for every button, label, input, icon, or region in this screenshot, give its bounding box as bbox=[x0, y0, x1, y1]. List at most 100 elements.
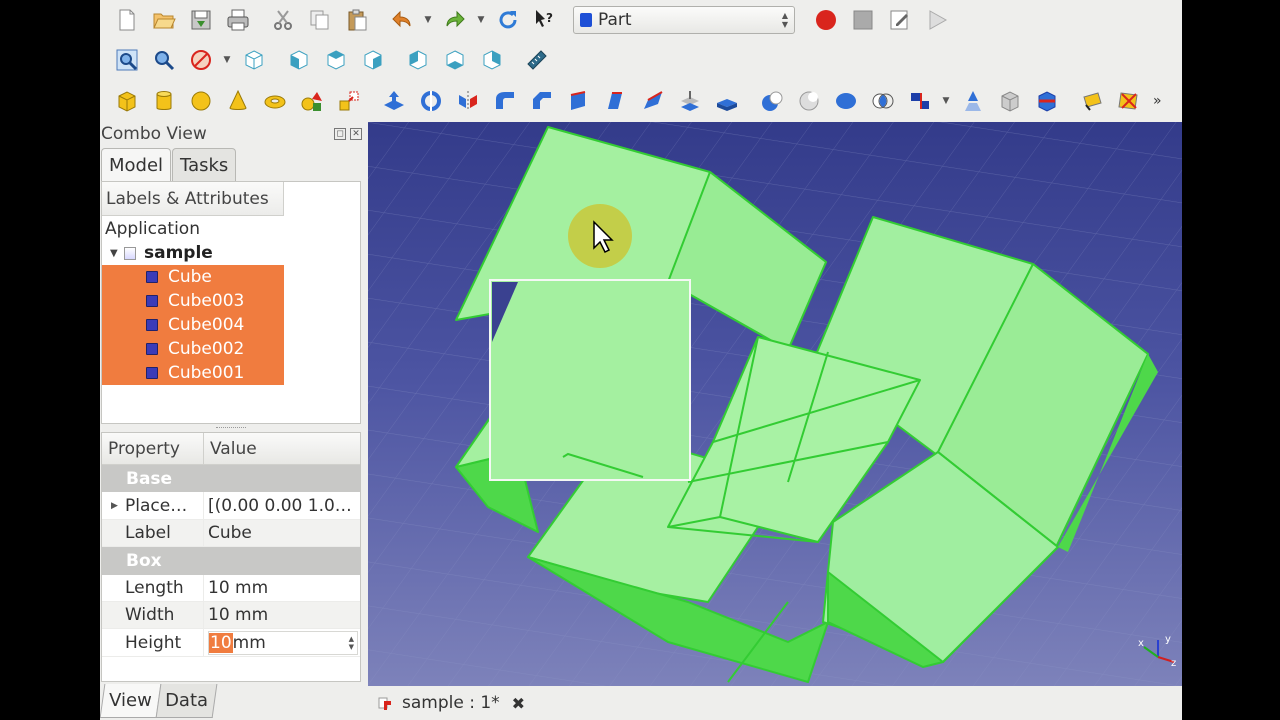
undo-button[interactable] bbox=[385, 3, 419, 37]
cut-shape-icon[interactable] bbox=[792, 84, 826, 118]
shape-builder-icon[interactable] bbox=[332, 84, 366, 118]
3d-viewport[interactable]: y z x bbox=[368, 122, 1182, 686]
save-button[interactable] bbox=[184, 3, 218, 37]
property-label: Label bbox=[102, 519, 204, 547]
macro-run-button[interactable] bbox=[920, 3, 954, 37]
expand-right-icon[interactable]: ▶ bbox=[111, 501, 118, 511]
right-view-icon[interactable] bbox=[356, 43, 390, 77]
spinbox-arrows-icon[interactable]: ▲ ▼ bbox=[349, 635, 354, 651]
sphere-icon[interactable] bbox=[184, 84, 218, 118]
section-icon[interactable] bbox=[710, 84, 744, 118]
redo-dropdown-icon[interactable]: ▼ bbox=[475, 15, 487, 25]
file-toolbar: ▼ ▼ ? Part ▲ ▼ bbox=[110, 0, 957, 40]
cylinder-icon[interactable] bbox=[147, 84, 181, 118]
whats-this-button[interactable]: ? bbox=[528, 3, 562, 37]
create-primitives-icon[interactable] bbox=[295, 84, 329, 118]
column-property[interactable]: Property bbox=[102, 433, 204, 464]
draw-style-dropdown-icon[interactable]: ▼ bbox=[221, 55, 233, 65]
property-length[interactable]: Length 10 mm bbox=[102, 574, 360, 602]
property-tabs: View Data bbox=[100, 684, 218, 718]
fit-all-icon[interactable] bbox=[110, 43, 144, 77]
toolbar-overflow-icon[interactable]: » bbox=[1153, 93, 1162, 109]
tree-header[interactable]: Labels & Attributes bbox=[102, 182, 284, 216]
tree-item-cube001[interactable]: Cube001 bbox=[102, 361, 284, 385]
make-face-icon[interactable] bbox=[562, 84, 596, 118]
print-button[interactable] bbox=[221, 3, 255, 37]
macro-stop-button[interactable] bbox=[846, 3, 880, 37]
join-features-icon[interactable] bbox=[903, 84, 937, 118]
close-tab-icon[interactable]: ✖ bbox=[512, 694, 525, 713]
cone-icon[interactable] bbox=[221, 84, 255, 118]
top-view-icon[interactable] bbox=[319, 43, 353, 77]
sweep-icon[interactable] bbox=[673, 84, 707, 118]
extrude-icon[interactable] bbox=[377, 84, 411, 118]
panel-splitter[interactable] bbox=[101, 424, 361, 432]
paste-icon[interactable] bbox=[340, 3, 374, 37]
draw-style-icon[interactable] bbox=[184, 43, 218, 77]
part-cube-icon bbox=[146, 295, 158, 307]
tab-data[interactable]: Data bbox=[155, 684, 218, 718]
new-file-button[interactable] bbox=[110, 3, 144, 37]
measure-linear-icon[interactable] bbox=[1075, 84, 1109, 118]
left-view-icon[interactable] bbox=[475, 43, 509, 77]
close-panel-icon[interactable]: ✕ bbox=[350, 128, 362, 140]
refresh-button[interactable] bbox=[491, 3, 525, 37]
tree-item-cube[interactable]: Cube bbox=[102, 265, 284, 289]
workbench-selector[interactable]: Part ▲ ▼ bbox=[573, 6, 795, 34]
column-value[interactable]: Value bbox=[204, 433, 257, 464]
macro-edit-button[interactable] bbox=[883, 3, 917, 37]
float-panel-icon[interactable]: ◻ bbox=[334, 128, 346, 140]
mirror-icon[interactable] bbox=[451, 84, 485, 118]
property-label: Length bbox=[102, 574, 204, 601]
isometric-view-icon[interactable] bbox=[237, 43, 271, 77]
copy-icon[interactable] bbox=[303, 3, 337, 37]
fillet-icon[interactable] bbox=[488, 84, 522, 118]
axis-z-label: y bbox=[1165, 634, 1171, 645]
document-tab[interactable]: sample : 1* ✖ bbox=[372, 688, 531, 718]
property-height[interactable]: Height 10 mm ▲ ▼ bbox=[102, 629, 360, 657]
tree-item-cube002[interactable]: Cube002 bbox=[102, 337, 284, 361]
front-view-icon[interactable] bbox=[282, 43, 316, 77]
loft-icon[interactable] bbox=[636, 84, 670, 118]
cube-icon[interactable] bbox=[110, 84, 144, 118]
measure-icon[interactable] bbox=[520, 43, 554, 77]
part-cube-icon bbox=[146, 271, 158, 283]
fit-selection-icon[interactable] bbox=[147, 43, 181, 77]
check-geometry-icon[interactable] bbox=[993, 84, 1027, 118]
redo-button[interactable] bbox=[438, 3, 472, 37]
expand-down-icon[interactable]: ▼ bbox=[110, 248, 124, 259]
chamfer-icon[interactable] bbox=[525, 84, 559, 118]
defeaturing-icon[interactable] bbox=[1030, 84, 1064, 118]
ruled-surface-icon[interactable] bbox=[599, 84, 633, 118]
open-file-button[interactable] bbox=[147, 3, 181, 37]
property-label-row[interactable]: Label Cube bbox=[102, 519, 360, 548]
property-editor: Property Value Base ▶ Place… [(0.00 0.00 … bbox=[101, 432, 361, 682]
rear-view-icon[interactable] bbox=[401, 43, 435, 77]
tree-document[interactable]: ▼ sample bbox=[102, 241, 360, 265]
combo-tabs: Model Tasks bbox=[101, 148, 237, 181]
tab-tasks[interactable]: Tasks bbox=[172, 148, 237, 181]
undo-dropdown-icon[interactable]: ▼ bbox=[422, 15, 434, 25]
fuse-icon[interactable] bbox=[829, 84, 863, 118]
property-placement[interactable]: ▶ Place… [(0.00 0.00 1.0… bbox=[102, 492, 360, 520]
revolve-icon[interactable] bbox=[414, 84, 448, 118]
cut-icon[interactable] bbox=[266, 3, 300, 37]
tab-view[interactable]: View bbox=[100, 684, 162, 718]
join-dropdown-icon[interactable]: ▼ bbox=[940, 96, 952, 106]
height-input[interactable]: 10 mm ▲ ▼ bbox=[208, 630, 358, 655]
compound-icon[interactable] bbox=[956, 84, 990, 118]
tab-model[interactable]: Model bbox=[101, 148, 172, 181]
tree-application[interactable]: Application bbox=[102, 217, 360, 241]
part-cube-icon bbox=[146, 343, 158, 355]
measure-clear-icon[interactable] bbox=[1112, 84, 1146, 118]
boolean-icon[interactable] bbox=[755, 84, 789, 118]
property-width[interactable]: Width 10 mm bbox=[102, 601, 360, 630]
torus-icon[interactable] bbox=[258, 84, 292, 118]
tree-item-cube003[interactable]: Cube003 bbox=[102, 289, 284, 313]
property-label: Place… bbox=[125, 495, 188, 516]
common-icon[interactable] bbox=[866, 84, 900, 118]
tree-item-cube004[interactable]: Cube004 bbox=[102, 313, 284, 337]
height-unit: mm bbox=[232, 632, 266, 653]
bottom-view-icon[interactable] bbox=[438, 43, 472, 77]
macro-record-button[interactable] bbox=[809, 3, 843, 37]
